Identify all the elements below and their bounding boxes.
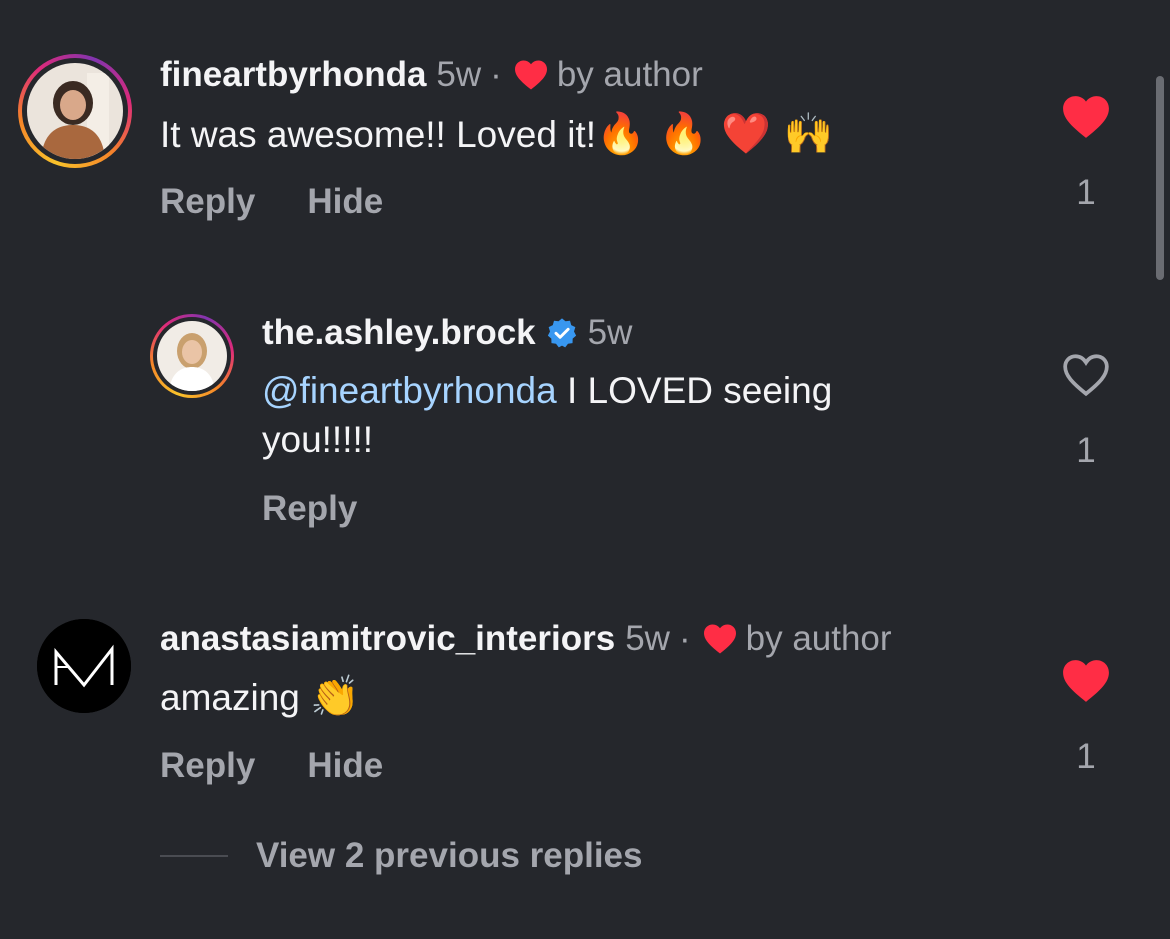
- hide-button[interactable]: Hide: [307, 746, 383, 786]
- comment-meta: fineartbyrhonda 5w · by author: [160, 54, 703, 96]
- woman-portrait-icon: [157, 321, 227, 391]
- comment-meta: the.ashley.brock 5w: [262, 312, 632, 354]
- comment-body: amazing: [160, 677, 300, 718]
- like-count: 1: [1076, 431, 1096, 470]
- comment-meta: anastasiamitrovic_interiors 5w · by auth…: [160, 618, 892, 660]
- separator-dot: ·: [678, 619, 691, 658]
- divider-line: [160, 855, 228, 857]
- hide-button[interactable]: Hide: [307, 182, 383, 222]
- scrollbar[interactable]: [1156, 76, 1164, 280]
- heart-icon: [513, 59, 549, 91]
- reply-button[interactable]: Reply: [160, 182, 255, 222]
- separator-dot: ·: [490, 55, 502, 94]
- like-column: 1: [1056, 352, 1116, 471]
- emoji-text: 🔥 🔥 ❤️ 🙌: [595, 111, 834, 157]
- username[interactable]: anastasiamitrovic_interiors: [160, 618, 615, 660]
- like-count: 1: [1076, 737, 1096, 776]
- liked-by-author-label: by author: [556, 55, 703, 94]
- comment-body: It was awesome!! Loved it!: [160, 114, 596, 155]
- like-column: 1: [1056, 658, 1116, 777]
- woman-portrait-icon: [27, 63, 123, 159]
- emoji-text: 👏: [310, 674, 360, 720]
- comment-text: @fineartbyrhonda I LOVED seeing: [262, 367, 832, 415]
- heart-outline-icon[interactable]: [1061, 352, 1111, 403]
- reply-button[interactable]: Reply: [160, 746, 255, 786]
- comment-text: amazing 👏: [160, 673, 360, 722]
- comment-body: I LOVED seeing: [556, 370, 833, 411]
- avatar[interactable]: [18, 54, 132, 168]
- comment-actions: Reply: [262, 489, 357, 529]
- avatar[interactable]: [150, 314, 234, 398]
- view-replies-label[interactable]: View 2 previous replies: [256, 836, 643, 876]
- avatar[interactable]: [37, 619, 131, 713]
- view-previous-replies[interactable]: View 2 previous replies: [160, 836, 643, 876]
- reply-button[interactable]: Reply: [262, 489, 357, 529]
- heart-icon[interactable]: [1061, 94, 1111, 145]
- username[interactable]: fineartbyrhonda: [160, 54, 426, 96]
- comment-text-line2: you!!!!!: [262, 419, 374, 460]
- heart-icon[interactable]: [1061, 658, 1111, 709]
- timestamp: 5w: [436, 55, 482, 94]
- timestamp: 5w: [625, 619, 670, 658]
- like-count: 1: [1076, 173, 1096, 212]
- comment-text: It was awesome!! Loved it!🔥 🔥 ❤️ 🙌: [160, 110, 833, 159]
- timestamp: 5w: [587, 313, 633, 352]
- mention-link[interactable]: @fineartbyrhonda: [262, 370, 557, 411]
- heart-icon: [702, 623, 738, 655]
- verified-badge-icon: [546, 317, 578, 349]
- comment-actions: Reply Hide: [160, 182, 383, 222]
- username[interactable]: the.ashley.brock: [262, 312, 536, 354]
- liked-by-author-label: by author: [745, 619, 892, 658]
- comment-thread: fineartbyrhonda 5w · by author It was aw…: [0, 0, 1170, 939]
- like-column: 1: [1056, 94, 1116, 213]
- monogram-logo-icon: [37, 619, 131, 713]
- comment-actions: Reply Hide: [160, 746, 383, 786]
